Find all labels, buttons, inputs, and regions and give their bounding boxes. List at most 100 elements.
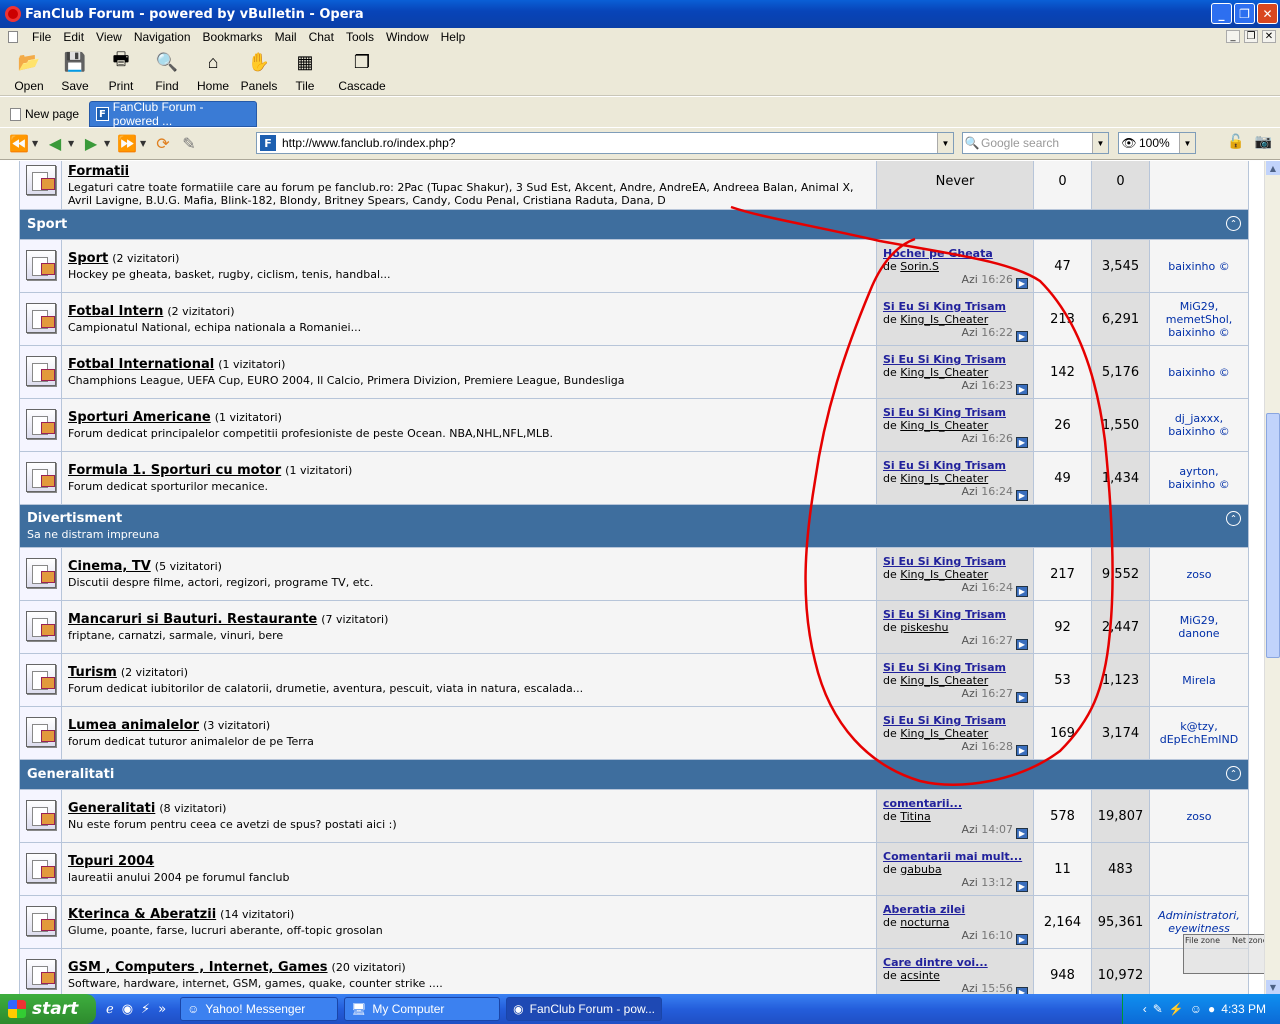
go-to-last-post-icon[interactable]: ▶ xyxy=(1016,987,1028,994)
opera-quicklaunch-icon[interactable]: ◉ xyxy=(122,1002,133,1017)
forum-title-link[interactable]: Sporturi Americane xyxy=(68,410,211,425)
tray-winamp-icon[interactable]: ⚡ xyxy=(1169,1002,1184,1016)
new-page-tab[interactable]: New page xyxy=(4,101,85,127)
go-to-last-post-icon[interactable]: ▶ xyxy=(1016,639,1028,650)
moderator-link[interactable]: danone xyxy=(1178,627,1219,640)
doc-minimize-button[interactable]: _ xyxy=(1226,30,1240,43)
quicklaunch-more-icon[interactable]: » xyxy=(158,1002,166,1017)
forum-title-link[interactable]: Lumea animalelor xyxy=(68,718,199,733)
moderator-link[interactable]: k@tzy, xyxy=(1180,720,1217,733)
go-to-last-post-icon[interactable]: ▶ xyxy=(1016,745,1028,756)
forum-title-link[interactable]: Mancaruri si Bauturi. Restaurante xyxy=(68,612,317,627)
taskbar-fanclub-opera[interactable]: ◉ FanClub Forum - pow... xyxy=(506,997,663,1021)
taskbar-yahoo-messenger[interactable]: ☺ Yahoo! Messenger xyxy=(180,997,339,1021)
moderator-link[interactable]: Mirela xyxy=(1182,674,1215,687)
last-post-thread-link[interactable]: Comentarii mai mult... xyxy=(883,850,1027,863)
moderator-link[interactable]: dEpEchEmIND xyxy=(1160,733,1239,746)
back-icon[interactable]: ◀ xyxy=(42,133,68,155)
start-button[interactable]: start xyxy=(0,994,96,1024)
tab-fanclub[interactable]: F FanClub Forum - powered ... xyxy=(89,100,258,128)
last-post-thread-link[interactable]: Hochei pe Gheata xyxy=(883,247,1027,260)
fast-forward-icon[interactable]: ⏩ xyxy=(114,133,140,155)
moderator-link[interactable]: MiG29, xyxy=(1180,300,1219,313)
last-poster-link[interactable]: piskeshu xyxy=(900,621,948,634)
tray-pen-icon[interactable]: ✎ xyxy=(1153,1002,1163,1016)
last-post-thread-link[interactable]: Si Eu Si King Trisam xyxy=(883,353,1027,366)
forum-title-link[interactable]: Topuri 2004 xyxy=(68,854,154,869)
moderator-link[interactable]: baixinho © xyxy=(1168,366,1230,379)
moderator-link[interactable]: baixinho © xyxy=(1168,326,1230,339)
menu-bookmarks[interactable]: Bookmarks xyxy=(197,30,269,44)
forum-title-link[interactable]: Cinema, TV xyxy=(68,559,151,574)
last-poster-link[interactable]: King_Is_Cheater xyxy=(900,727,988,740)
menu-window[interactable]: Window xyxy=(380,30,435,44)
last-post-thread-link[interactable]: Si Eu Si King Trisam xyxy=(883,459,1027,472)
last-poster-link[interactable]: King_Is_Cheater xyxy=(900,674,988,687)
minimize-button[interactable]: _ xyxy=(1211,3,1232,24)
go-to-last-post-icon[interactable]: ▶ xyxy=(1016,490,1028,501)
scroll-up-icon[interactable]: ▲ xyxy=(1266,161,1280,175)
tray-yahoo-icon[interactable]: ☺ xyxy=(1190,1002,1202,1016)
go-to-last-post-icon[interactable]: ▶ xyxy=(1016,828,1028,839)
collapse-icon[interactable]: ⌃ xyxy=(1226,216,1241,231)
address-field[interactable]: F http://www.fanclub.ro/index.php? ▼ xyxy=(256,132,954,154)
vertical-scrollbar[interactable]: ▲ ▼ xyxy=(1264,161,1280,994)
collapse-icon[interactable]: ⌃ xyxy=(1226,766,1241,781)
camera-icon[interactable]: 📷 xyxy=(1255,134,1272,150)
fast-forward-dropdown-icon[interactable]: ▼ xyxy=(140,139,150,148)
doc-close-button[interactable]: ✕ xyxy=(1262,30,1276,43)
forum-title-link[interactable]: Formula 1. Sporturi cu motor xyxy=(68,463,281,478)
menu-help[interactable]: Help xyxy=(435,30,472,44)
moderator-link[interactable]: baixinho © xyxy=(1168,260,1230,273)
last-post-thread-link[interactable]: Aberatia zilei xyxy=(883,903,1027,916)
go-to-last-post-icon[interactable]: ▶ xyxy=(1016,437,1028,448)
last-poster-link[interactable]: King_Is_Cheater xyxy=(900,568,988,581)
last-post-thread-link[interactable]: Si Eu Si King Trisam xyxy=(883,300,1027,313)
rewind-dropdown-icon[interactable]: ▼ xyxy=(32,139,42,148)
menu-mail[interactable]: Mail xyxy=(269,30,303,44)
last-post-thread-link[interactable]: Care dintre voi... xyxy=(883,956,1027,969)
moderator-link[interactable]: ayrton, xyxy=(1179,465,1218,478)
menu-tools[interactable]: Tools xyxy=(340,30,380,44)
save-button[interactable]: 💾 Save xyxy=(52,46,98,95)
forum-title-link[interactable]: Kterinca & Aberatzii xyxy=(68,907,216,922)
last-poster-link[interactable]: King_Is_Cheater xyxy=(900,472,988,485)
zoom-select[interactable]: 👁 100% ▼ xyxy=(1118,132,1196,154)
menu-edit[interactable]: Edit xyxy=(57,30,90,44)
open-button[interactable]: 📂 Open xyxy=(6,46,52,95)
go-to-last-post-icon[interactable]: ▶ xyxy=(1016,331,1028,342)
last-post-thread-link[interactable]: Si Eu Si King Trisam xyxy=(883,406,1027,419)
moderator-link[interactable]: Administratori, xyxy=(1158,909,1240,922)
menu-navigation[interactable]: Navigation xyxy=(128,30,197,44)
go-to-last-post-icon[interactable]: ▶ xyxy=(1016,881,1028,892)
moderator-link[interactable]: MiG29, xyxy=(1180,614,1219,627)
search-engine-dropdown-icon[interactable]: ▼ xyxy=(1092,133,1108,153)
cascade-button[interactable]: ❐ Cascade xyxy=(334,46,390,95)
zoom-dropdown-icon[interactable]: ▼ xyxy=(1179,133,1195,153)
forum-title-link[interactable]: Formatii xyxy=(68,164,129,179)
last-poster-link[interactable]: gabuba xyxy=(900,863,941,876)
back-dropdown-icon[interactable]: ▼ xyxy=(68,139,78,148)
forward-dropdown-icon[interactable]: ▼ xyxy=(104,139,114,148)
scroll-thumb[interactable] xyxy=(1266,413,1280,658)
go-to-last-post-icon[interactable]: ▶ xyxy=(1016,586,1028,597)
menu-file[interactable]: File xyxy=(26,30,57,44)
find-button[interactable]: 🔍 Find xyxy=(144,46,190,95)
panels-button[interactable]: ✋ Panels xyxy=(236,46,282,95)
scroll-down-icon[interactable]: ▼ xyxy=(1266,980,1280,994)
lock-icon[interactable]: 🔓 xyxy=(1227,134,1244,150)
print-button[interactable]: 🖶 Print xyxy=(98,46,144,95)
reload-icon[interactable]: ⟳ xyxy=(150,133,176,155)
search-input[interactable]: 🔍 Google search ▼ xyxy=(962,132,1109,154)
go-to-last-post-icon[interactable]: ▶ xyxy=(1016,692,1028,703)
forum-title-link[interactable]: Fotbal International xyxy=(68,357,214,372)
go-to-last-post-icon[interactable]: ▶ xyxy=(1016,934,1028,945)
moderator-link[interactable]: baixinho © xyxy=(1168,425,1230,438)
tray-arrow-icon[interactable]: ‹ xyxy=(1143,1002,1147,1016)
edit-icon[interactable]: ✎ xyxy=(176,133,202,155)
moderator-link[interactable]: memetShol, xyxy=(1166,313,1233,326)
forum-title-link[interactable]: Fotbal Intern xyxy=(68,304,163,319)
rewind-icon[interactable]: ⏪ xyxy=(6,133,32,155)
forum-title-link[interactable]: Generalitati xyxy=(68,801,155,816)
menu-view[interactable]: View xyxy=(90,30,128,44)
